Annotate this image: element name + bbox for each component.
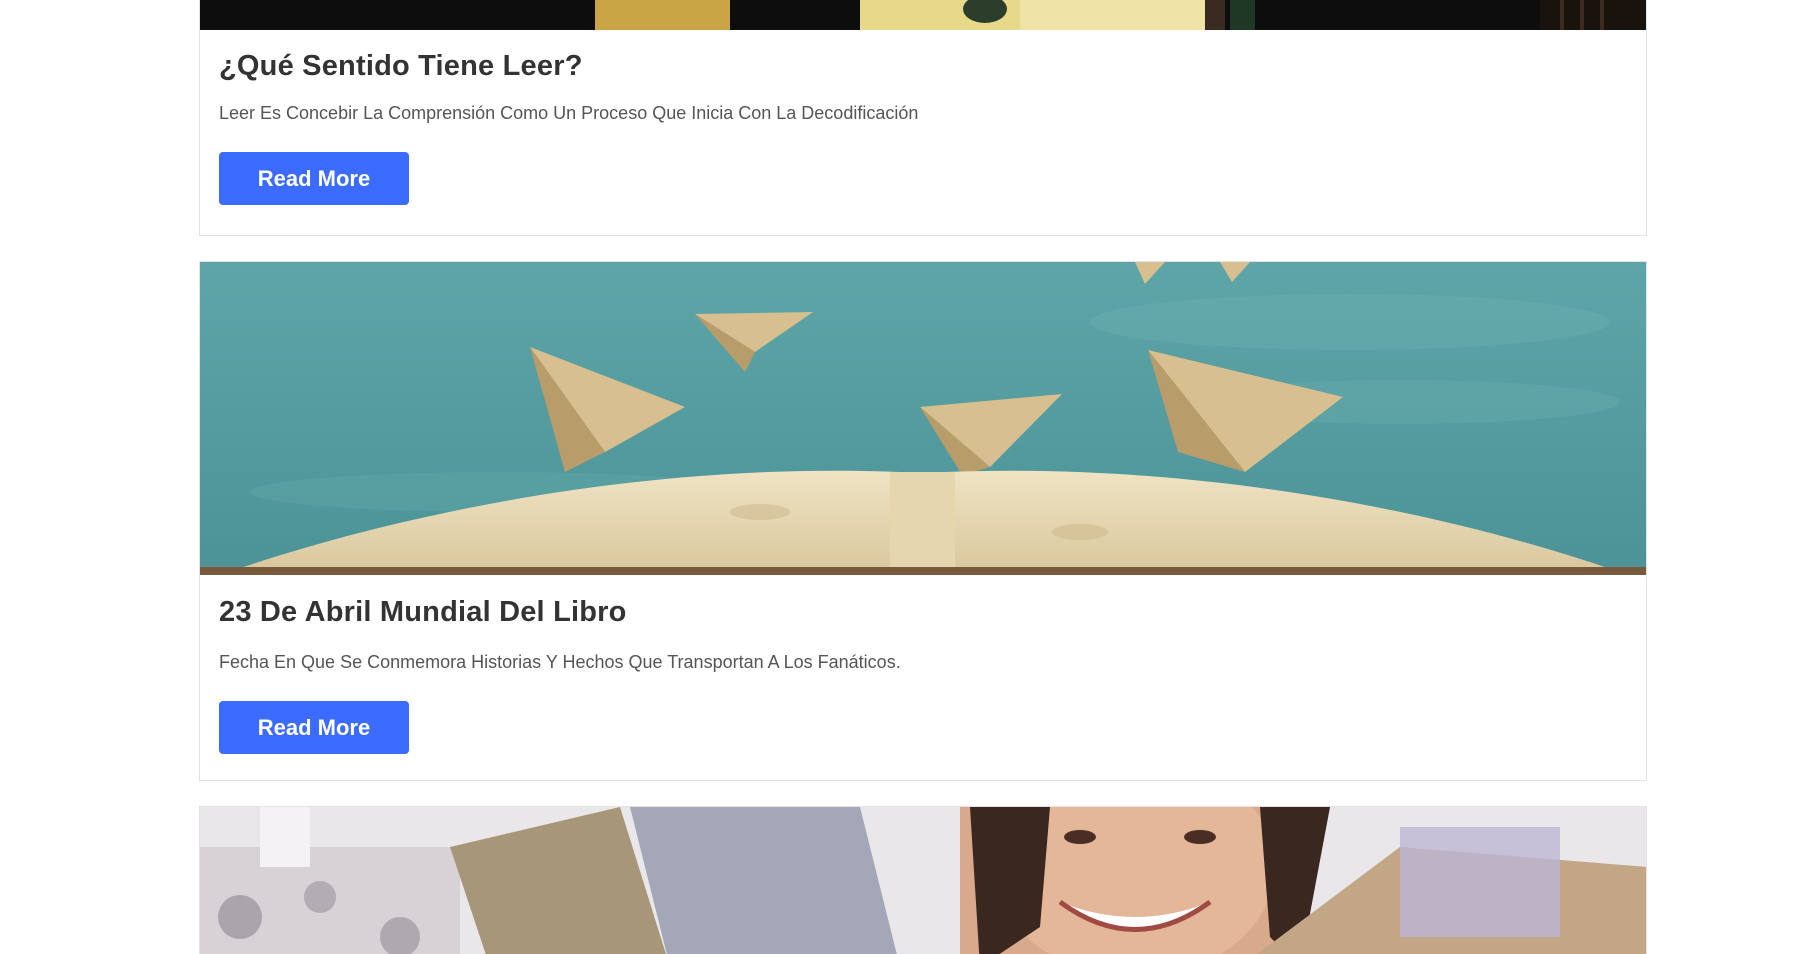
post-excerpt: Fecha En Que Se Conmemora Historias Y He… (219, 652, 901, 672)
read-more-button[interactable]: Read More (219, 701, 409, 754)
blog-post-list: ¿Qué Sentido Tiene Leer? Leer Es Concebi… (0, 0, 1815, 954)
post-image-art (200, 262, 1646, 575)
post-card: 23 De Abril Mundial Del Libro Fecha En Q… (199, 261, 1647, 781)
post-image-art (200, 807, 1646, 954)
post-image[interactable] (200, 807, 1646, 954)
post-title[interactable]: ¿Qué Sentido Tiene Leer? (219, 30, 1627, 83)
post-excerpt: Leer Es Concebir La Comprensión Como Un … (219, 103, 919, 123)
post-card: ¿Qué Sentido Tiene Leer? Leer Es Concebi… (199, 0, 1647, 236)
post-image[interactable] (200, 262, 1646, 575)
post-card (199, 806, 1647, 954)
read-more-button[interactable]: Read More (219, 152, 409, 205)
post-title[interactable]: 23 De Abril Mundial Del Libro (219, 575, 1627, 629)
post-image[interactable] (200, 0, 1646, 30)
post-image-art (200, 0, 1646, 30)
